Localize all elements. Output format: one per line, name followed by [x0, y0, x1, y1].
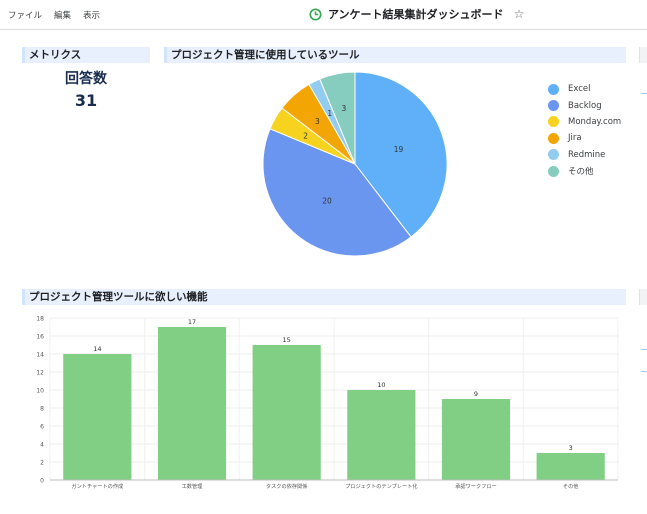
bar-value-label: 14 — [93, 345, 101, 353]
y-tick-label: 4 — [40, 442, 44, 449]
menu-view[interactable]: 表示 — [83, 9, 100, 21]
star-icon[interactable]: ☆ — [514, 7, 525, 21]
legend-label: Redmine — [568, 149, 606, 160]
legend-item-other[interactable]: その他 — [548, 163, 621, 179]
bar[interactable] — [252, 345, 321, 480]
bar[interactable] — [347, 390, 416, 480]
y-tick-label: 2 — [40, 460, 44, 467]
legend-swatch — [548, 100, 559, 112]
bar-value-label: 15 — [283, 336, 291, 344]
bar-value-label: 3 — [569, 444, 573, 452]
bar-value-label: 10 — [377, 381, 385, 389]
pie-chart: 19202313 — [262, 71, 448, 257]
pie-section-title: プロジェクト管理に使用しているツール — [164, 47, 626, 63]
y-tick-label: 6 — [40, 424, 44, 431]
pie-label-jira: 3 — [315, 117, 320, 126]
menu-file[interactable]: ファイル — [8, 9, 42, 21]
clock-icon — [309, 7, 322, 21]
y-tick-label: 8 — [40, 406, 44, 413]
legend-item-excel[interactable]: Excel — [548, 81, 621, 97]
x-tick-label: プロジェクトのテンプレート化 — [345, 482, 417, 490]
edge-panel-top — [639, 47, 647, 63]
edge-panel-bottom — [639, 289, 647, 305]
legend-item-redmine[interactable]: Redmine — [548, 147, 621, 163]
legend-label: Monday.com — [568, 116, 622, 127]
legend-swatch — [548, 165, 559, 177]
bar-value-label: 9 — [474, 390, 478, 398]
edge-divider — [641, 349, 647, 350]
x-tick-label: タスクの依存関係 — [266, 482, 308, 490]
metrics-section-title: メトリクス — [22, 47, 150, 63]
menu-edit[interactable]: 編集 — [54, 9, 71, 21]
bar[interactable] — [441, 399, 511, 480]
legend-swatch — [548, 83, 559, 95]
metric-value: 31 — [74, 91, 98, 110]
bar-value-label: 17 — [188, 318, 196, 326]
pie-label-excel: 19 — [394, 145, 404, 154]
x-tick-label: その他 — [563, 482, 579, 490]
pie-label-monday: 2 — [303, 131, 308, 140]
top-bar: ファイル 編集 表示 アンケート結果集計ダッシュボード ☆ — [0, 0, 647, 30]
legend-label: Excel — [568, 84, 591, 95]
pie-label-redmine: 1 — [327, 109, 332, 118]
bar[interactable] — [536, 453, 605, 480]
x-tick-label: 工数管理 — [182, 482, 204, 490]
pie-label-other: 3 — [341, 104, 346, 113]
page-title: アンケート結果集計ダッシュボード — [328, 8, 504, 21]
pie-legend: Excel Backlog Monday.com Jira Redmine その他 — [548, 81, 621, 179]
legend-swatch — [548, 116, 559, 128]
legend-item-jira[interactable]: Jira — [548, 130, 621, 146]
bar[interactable] — [63, 354, 132, 480]
bar-chart: 0 2 4 6 8 10 12 14 16 18 14 ガントチャートの作成 17 工数管理 15 タスクの依… — [36, 316, 619, 490]
title-group: アンケート結果集計ダッシュボード ☆ — [309, 6, 524, 22]
y-tick-label: 12 — [36, 370, 44, 377]
legend-swatch — [548, 132, 559, 144]
legend-label: Backlog — [568, 100, 602, 111]
legend-item-backlog[interactable]: Backlog — [548, 97, 621, 113]
bar-section-title: プロジェクト管理ツールに欲しい機能 — [22, 289, 626, 305]
x-tick-label: 承認ワークフロー — [455, 482, 497, 490]
x-tick-label: ガントチャートの作成 — [71, 482, 123, 490]
legend-swatch — [548, 149, 559, 161]
y-tick-label: 16 — [36, 334, 44, 341]
edge-divider — [641, 93, 647, 94]
bar[interactable] — [157, 327, 227, 480]
y-tick-label: 14 — [36, 352, 44, 359]
menu-bar: ファイル 編集 表示 — [8, 9, 100, 21]
edge-divider — [641, 371, 647, 372]
pie-label-backlog: 20 — [322, 196, 332, 205]
y-tick-label: 0 — [40, 478, 44, 485]
y-tick-label: 10 — [36, 388, 44, 395]
legend-label: その他 — [568, 167, 594, 178]
legend-item-monday[interactable]: Monday.com — [548, 114, 621, 130]
y-tick-label: 18 — [36, 316, 44, 323]
legend-label: Jira — [568, 133, 582, 144]
metric-label: 回答数 — [65, 71, 107, 87]
